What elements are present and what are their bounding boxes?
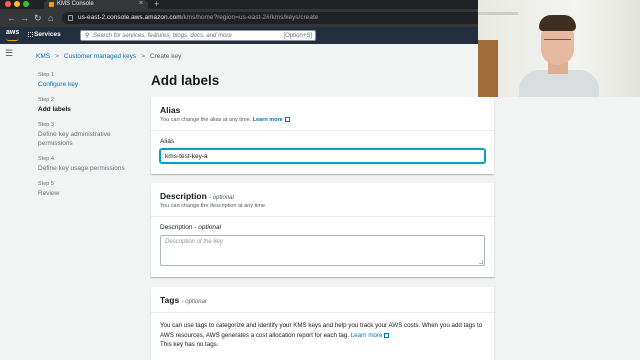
minimize-window-button[interactable] — [14, 1, 20, 7]
tags-body: You can use tags to categorize and ident… — [151, 313, 494, 358]
optional-tag: - optional — [194, 224, 222, 231]
close-window-button[interactable] — [5, 1, 11, 7]
browser-tab[interactable]: KMS Console × — [44, 0, 148, 9]
aws-logo[interactable]: aws — [6, 29, 19, 36]
alias-panel: Alias You can change the alias at any ti… — [151, 97, 494, 174]
optional-tag: - optional — [181, 299, 207, 305]
tags-title: Tags — [160, 295, 180, 305]
tags-panel: Tags - optional You can use tags to cate… — [151, 287, 494, 360]
tab-title: KMS Console — [57, 1, 94, 7]
forward-arrow-icon[interactable]: → — [20, 12, 29, 24]
wizard-step-4: Step 4 Define key usage permissions — [38, 156, 138, 173]
alias-panel-header: Alias You can change the alias at any ti… — [151, 97, 494, 130]
page-title: Add labels — [151, 73, 220, 88]
external-link-icon — [384, 332, 390, 338]
step-review: Review — [38, 190, 60, 197]
step-number: Step 5 — [38, 181, 54, 187]
step-number: Step 1 — [38, 72, 54, 78]
description-panel: Description - optional You can change th… — [151, 183, 494, 277]
description-field-group: Description - optional Description of th… — [151, 217, 494, 273]
breadcrumb-separator-icon: > — [55, 53, 59, 60]
wizard-step-5: Step 5 Review — [38, 181, 138, 198]
services-grid-icon — [28, 32, 33, 37]
optional-tag: - optional — [209, 195, 234, 201]
webcam-person-hair — [539, 15, 576, 31]
aws-search-input[interactable]: ⚲ Search for services, features, blogs, … — [80, 30, 316, 41]
breadcrumb-customer-managed-keys-link[interactable]: Customer managed keys — [64, 53, 136, 60]
description-heading: Description - optional — [160, 191, 485, 201]
breadcrumb-current: Create key — [149, 53, 182, 60]
step-number: Step 2 — [38, 97, 54, 103]
wizard-step-2: Step 2 Add labels — [38, 97, 138, 114]
alias-heading: Alias — [160, 105, 181, 115]
maximize-window-button[interactable] — [23, 1, 29, 7]
home-icon[interactable]: ⌂ — [48, 12, 53, 24]
no-tags-text: This key has no tags. — [160, 341, 219, 348]
step-number: Step 4 — [38, 156, 54, 162]
breadcrumb-separator-icon: > — [141, 53, 145, 60]
description-field-label: Description - optional — [160, 224, 485, 231]
webcam-overlay — [478, 0, 640, 97]
lock-icon — [68, 15, 73, 21]
wizard-step-1: Step 1 Configure key — [38, 72, 138, 89]
aws-favicon-icon — [49, 2, 54, 7]
step-add-labels-current: Add labels — [38, 106, 71, 113]
external-link-icon — [284, 117, 290, 122]
description-desc-text: You can change the description at any ti… — [160, 203, 267, 209]
description-panel-header: Description - optional You can change th… — [151, 183, 494, 216]
description-field-label-text: Description — [160, 224, 193, 231]
back-arrow-icon[interactable]: ← — [7, 12, 16, 24]
hamburger-menu-icon[interactable]: ☰ — [5, 48, 13, 59]
wizard-step-3: Step 3 Define key administrative permiss… — [38, 122, 138, 148]
webcam-person-glasses — [544, 39, 571, 46]
step-usage-permissions: Define key usage permissions — [38, 165, 125, 172]
new-tab-icon[interactable]: + — [154, 0, 159, 9]
breadcrumb: KMS > Customer managed keys > Create key — [36, 53, 181, 60]
alias-description: You can change the alias at any time. Le… — [160, 117, 485, 123]
alias-field-label: Alias — [160, 138, 175, 145]
description-textarea[interactable]: Description of the key — [160, 235, 485, 266]
tab-close-icon[interactable]: × — [139, 0, 143, 7]
search-shortcut-hint: [Option+S] — [283, 32, 312, 39]
alias-input[interactable]: kms-test-key-a — [160, 149, 485, 163]
step-configure-key-link[interactable]: Configure key — [38, 80, 138, 89]
webcam-shelf — [478, 12, 518, 15]
aws-search-placeholder: Search for services, features, blogs, do… — [93, 32, 232, 39]
wizard-steps: Step 1 Configure key Step 2 Add labels S… — [38, 72, 138, 206]
webcam-door — [478, 40, 498, 97]
search-icon: ⚲ — [85, 33, 90, 39]
description-title: Description — [160, 191, 207, 201]
alias-desc-text: You can change the alias at any time. — [160, 117, 252, 123]
tags-explanation: You can use tags to categorize and ident… — [160, 322, 483, 339]
description-placeholder: Description of the key — [165, 239, 223, 245]
resize-handle-icon[interactable] — [479, 260, 483, 264]
alias-field-group: Alias kms-test-key-a — [151, 131, 494, 170]
tags-learn-more-link[interactable]: Learn more — [351, 332, 383, 339]
step-admin-permissions: Define key administrative permissions — [38, 131, 111, 147]
aws-logo-smile-icon — [6, 38, 19, 41]
breadcrumb-kms-link[interactable]: KMS — [36, 53, 50, 60]
screen: KMS Console × + ← → ↻ ⌂ us-east-2.consol… — [0, 0, 640, 360]
services-menu-button[interactable]: Services — [34, 31, 61, 38]
step-number: Step 3 — [38, 122, 54, 128]
url-host: us-east-2.console.aws.amazon.com — [78, 14, 182, 21]
tags-heading: Tags - optional — [160, 295, 485, 305]
reload-icon[interactable]: ↻ — [34, 12, 42, 24]
url-path: /kms/home?region=us-east-2#/kms/keys/cre… — [181, 14, 319, 21]
tags-panel-header: Tags - optional — [151, 287, 494, 312]
alias-learn-more-link[interactable]: Learn more — [253, 117, 283, 123]
url-text: us-east-2.console.aws.amazon.com/kms/hom… — [78, 14, 318, 21]
webcam-person-shirt — [519, 70, 599, 97]
